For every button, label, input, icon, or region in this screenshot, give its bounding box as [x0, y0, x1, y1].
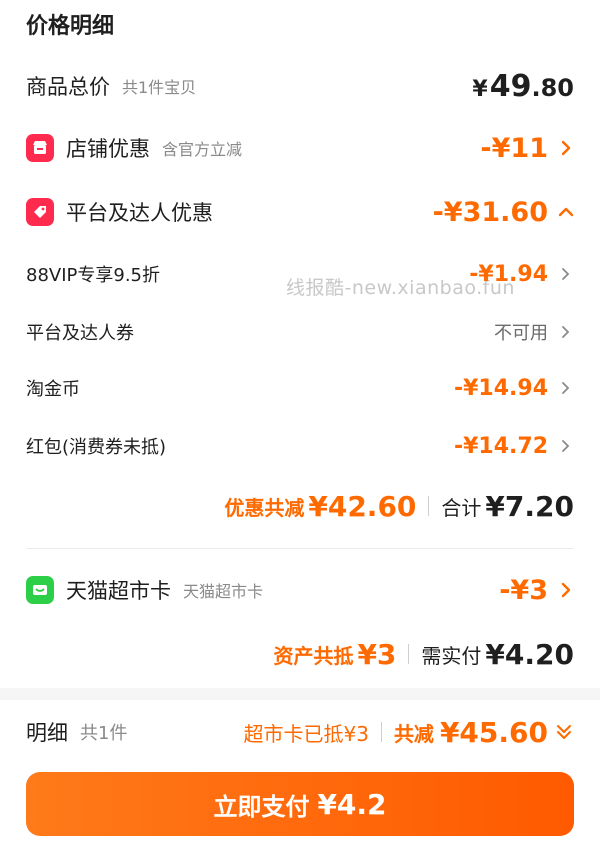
chevron-up-icon [558, 207, 574, 217]
chevron-right-icon [562, 326, 570, 338]
chevron-right-icon [561, 140, 571, 156]
goods-total-price: ¥49.80 [472, 68, 574, 104]
footer-summary-row[interactable]: 明细 共1件 超市卡已抵¥3 共减 ¥45.60 [0, 712, 600, 752]
shop-discount-label: 店铺优惠 [66, 137, 150, 161]
item-amount: -¥14.94 [453, 375, 548, 401]
item-label: 88VIP专享9.5折 [26, 265, 161, 286]
pay-button-amount: ¥4.2 [317, 787, 387, 821]
item-label: 红包(消费券未抵) [26, 437, 167, 458]
item-amount: -¥14.72 [453, 433, 548, 459]
card-icon [26, 576, 54, 604]
pay-label: 需实付 [421, 643, 482, 668]
detail-count: 共1件 [80, 723, 128, 744]
tmall-card-label: 天猫超市卡 [66, 579, 171, 603]
section-divider [26, 548, 574, 549]
divider [380, 722, 382, 742]
pay-value: ¥4.20 [485, 637, 574, 671]
goods-total-row: 商品总价 共1件宝贝 ¥49.80 [0, 66, 600, 106]
goods-count: 共1件宝贝 [122, 78, 197, 97]
footer-total-label: 共减 [393, 721, 434, 746]
page-title: 价格明细 [26, 14, 115, 39]
shop-discount-row[interactable]: 店铺优惠 含官方立减 -¥11 [0, 128, 600, 168]
asset-total-label: 资产共抵 [273, 643, 354, 668]
item-label: 平台及达人券 [26, 323, 134, 344]
shop-discount-sub: 含官方立减 [162, 140, 243, 159]
discount-subtotal: 优惠共减 ¥42.60 合计 ¥7.20 [224, 486, 574, 526]
shop-icon [26, 134, 54, 162]
discount-item-row[interactable]: 平台及达人券 不可用 [0, 314, 600, 350]
chevron-right-icon [562, 382, 570, 394]
chevron-double-down-icon[interactable] [554, 722, 574, 742]
discount-item-row[interactable]: 红包(消费券未抵) -¥14.72 [0, 428, 600, 464]
pay-now-button[interactable]: 立即支付 ¥4.2 [26, 772, 574, 836]
tag-icon [26, 198, 54, 226]
tmall-card-amount: -¥3 [499, 574, 548, 606]
chevron-right-icon [561, 582, 571, 598]
total-label: 合计 [441, 495, 482, 520]
pay-button-label: 立即支付 [213, 792, 310, 821]
divider [428, 496, 430, 516]
discount-total-label: 优惠共减 [224, 495, 305, 520]
total-value: ¥7.20 [485, 489, 574, 523]
chevron-right-icon [562, 268, 570, 280]
item-label: 淘金币 [26, 379, 80, 400]
tmall-card-sub: 天猫超市卡 [183, 582, 264, 601]
platform-discount-amount: -¥31.60 [432, 196, 548, 228]
footer-total-value: ¥45.60 [439, 715, 548, 749]
tmall-card-row[interactable]: 天猫超市卡 天猫超市卡 -¥3 [0, 570, 600, 610]
asset-total-value: ¥3 [357, 637, 397, 671]
discount-item-row[interactable]: 淘金币 -¥14.94 [0, 370, 600, 406]
detail-label: 明细 [26, 721, 68, 745]
item-amount: 不可用 [494, 323, 548, 344]
platform-discount-row[interactable]: 平台及达人优惠 -¥31.60 [0, 192, 600, 232]
platform-discount-label: 平台及达人优惠 [66, 201, 213, 225]
asset-subtotal: 资产共抵 ¥3 需实付 ¥4.20 [273, 634, 574, 674]
discount-item-row[interactable]: 88VIP专享9.5折 -¥1.94 [0, 256, 600, 292]
discount-total-value: ¥42.60 [308, 489, 417, 523]
card-used-text: 超市卡已抵¥3 [243, 721, 369, 746]
item-amount: -¥1.94 [469, 261, 548, 287]
shop-discount-amount: -¥11 [480, 132, 548, 164]
chevron-right-icon [562, 440, 570, 452]
divider [408, 644, 410, 664]
goods-total-label: 商品总价 [26, 75, 110, 99]
